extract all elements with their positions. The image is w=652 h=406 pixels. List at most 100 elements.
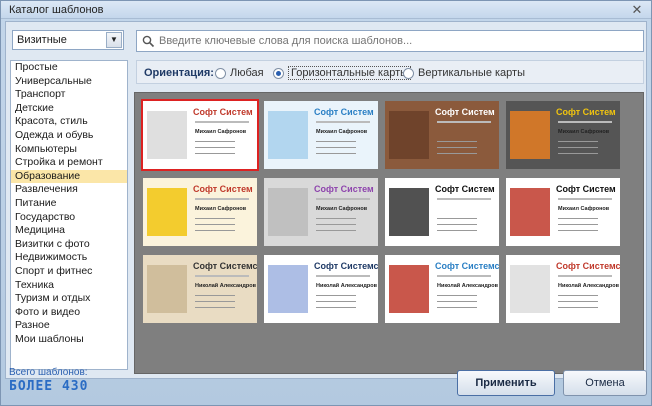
category-item[interactable]: Красота, стиль bbox=[11, 115, 127, 129]
window-title: Каталог шаблонов bbox=[9, 4, 104, 16]
template-card[interactable]: Софт Системс Николай Александров bbox=[385, 255, 499, 323]
template-card[interactable]: Софт Систем Михаил Сафронов bbox=[264, 101, 378, 169]
category-item[interactable]: Визитки с фото bbox=[11, 238, 127, 252]
category-item[interactable]: Стройка и ремонт bbox=[11, 156, 127, 170]
card-text-line bbox=[437, 224, 477, 225]
card-decoration bbox=[510, 265, 550, 313]
card-text-line bbox=[195, 295, 235, 296]
category-item[interactable]: Спорт и фитнес bbox=[11, 265, 127, 279]
card-person-name: Михаил Сафронов bbox=[558, 206, 610, 212]
card-decoration bbox=[147, 188, 187, 236]
template-card[interactable]: Софт Систем Михаил Сафронов bbox=[141, 99, 259, 171]
card-text-line bbox=[437, 147, 477, 148]
card-text-line bbox=[437, 301, 477, 302]
card-text-line bbox=[437, 295, 477, 296]
template-card[interactable]: Софт Системс Николай Александров bbox=[506, 255, 620, 323]
card-title: Софт Систем bbox=[556, 184, 616, 194]
category-item[interactable]: Медицина bbox=[11, 224, 127, 238]
close-icon[interactable]: ✕ bbox=[629, 2, 645, 17]
radio-horizontal-label: Горизонтальные карты bbox=[288, 66, 412, 80]
card-text-line bbox=[195, 141, 235, 142]
card-person-name: Михаил Сафронов bbox=[195, 206, 247, 212]
search-input[interactable] bbox=[159, 33, 639, 49]
card-text-line bbox=[316, 141, 356, 142]
template-card[interactable]: Софт Систем bbox=[385, 178, 499, 246]
template-card[interactable]: Софт Систем Михаил Сафронов bbox=[264, 178, 378, 246]
card-decoration bbox=[268, 111, 308, 159]
card-text-line bbox=[195, 275, 249, 277]
category-item[interactable]: Государство bbox=[11, 211, 127, 225]
category-select[interactable]: Визитные ▼ bbox=[12, 30, 124, 50]
card-decoration bbox=[147, 111, 187, 159]
card-text-line bbox=[195, 198, 249, 200]
cancel-button[interactable]: Отмена bbox=[563, 370, 647, 396]
template-card[interactable]: Софт Систем Михаил Сафронов bbox=[506, 178, 620, 246]
category-item[interactable]: Развлечения bbox=[11, 183, 127, 197]
search-box[interactable] bbox=[136, 30, 644, 52]
category-item[interactable]: Недвижимость bbox=[11, 251, 127, 265]
category-item[interactable]: Техника bbox=[11, 279, 127, 293]
radio-vertical-label: Вертикальные карты bbox=[418, 67, 525, 79]
card-person-name: Михаил Сафронов bbox=[558, 129, 610, 135]
template-card[interactable]: Софт Систем bbox=[385, 101, 499, 169]
card-decoration bbox=[147, 265, 187, 313]
card-text-line bbox=[195, 224, 235, 225]
card-title: Софт Системс bbox=[556, 261, 620, 271]
card-text-line bbox=[316, 307, 356, 308]
card-text-line bbox=[316, 218, 356, 219]
chevron-down-icon[interactable]: ▼ bbox=[106, 32, 122, 48]
category-item[interactable]: Транспорт bbox=[11, 88, 127, 102]
category-item[interactable]: Одежда и обувь bbox=[11, 129, 127, 143]
template-card[interactable]: Софт Систем Михаил Сафронов bbox=[506, 101, 620, 169]
card-text-line bbox=[316, 147, 356, 148]
radio-dot bbox=[403, 67, 414, 79]
card-title: Софт Систем bbox=[314, 107, 374, 117]
card-person-name: Михаил Сафронов bbox=[195, 129, 247, 135]
radio-any[interactable]: Любая bbox=[215, 65, 264, 81]
category-item[interactable]: Разное bbox=[11, 319, 127, 333]
card-title: Софт Системс bbox=[435, 261, 499, 271]
card-text-line bbox=[316, 301, 356, 302]
radio-any-label: Любая bbox=[230, 67, 264, 79]
card-text-line bbox=[437, 198, 491, 200]
category-item[interactable]: Компьютеры bbox=[11, 143, 127, 157]
category-item[interactable]: Питание bbox=[11, 197, 127, 211]
template-card[interactable]: Софт Системс Николай Александров bbox=[264, 255, 378, 323]
category-item[interactable]: Простые bbox=[11, 61, 127, 75]
card-text-line bbox=[316, 275, 370, 277]
category-item[interactable]: Детские bbox=[11, 102, 127, 116]
card-title: Софт Систем bbox=[435, 184, 495, 194]
card-text-line bbox=[558, 224, 598, 225]
card-title: Софт Систем bbox=[314, 184, 374, 194]
template-card[interactable]: Софт Систем Михаил Сафронов bbox=[143, 178, 257, 246]
card-text-line bbox=[558, 141, 598, 142]
category-item[interactable]: Образование bbox=[11, 169, 127, 184]
card-text-line bbox=[316, 198, 370, 200]
card-decoration bbox=[389, 188, 429, 236]
card-text-line bbox=[558, 147, 598, 148]
card-text-line bbox=[316, 224, 356, 225]
card-title: Софт Системс bbox=[193, 261, 257, 271]
radio-horizontal[interactable]: Горизонтальные карты bbox=[273, 65, 412, 81]
card-text-line bbox=[558, 121, 612, 123]
category-item[interactable]: Фото и видео bbox=[11, 306, 127, 320]
card-text-line bbox=[195, 121, 249, 123]
card-text-line bbox=[558, 230, 598, 231]
card-text-line bbox=[195, 230, 235, 231]
category-item[interactable]: Мои шаблоны bbox=[11, 333, 127, 347]
apply-button[interactable]: Применить bbox=[457, 370, 555, 396]
template-card[interactable]: Софт Системс Николай Александров bbox=[143, 255, 257, 323]
card-text-line bbox=[437, 218, 477, 219]
category-item[interactable]: Универсальные bbox=[11, 75, 127, 89]
radio-vertical[interactable]: Вертикальные карты bbox=[403, 65, 525, 81]
card-title: Софт Систем bbox=[193, 107, 253, 117]
card-title: Софт Системс bbox=[314, 261, 378, 271]
card-text-line bbox=[558, 301, 598, 302]
category-item[interactable]: Туризм и отдых bbox=[11, 292, 127, 306]
card-decoration bbox=[510, 111, 550, 159]
category-list: Простые Универсальные Транспорт Детские Крас… bbox=[10, 60, 128, 370]
card-decoration bbox=[389, 265, 429, 313]
card-decoration bbox=[510, 188, 550, 236]
card-text-line bbox=[437, 121, 491, 123]
category-select-value: Визитные bbox=[17, 34, 67, 46]
